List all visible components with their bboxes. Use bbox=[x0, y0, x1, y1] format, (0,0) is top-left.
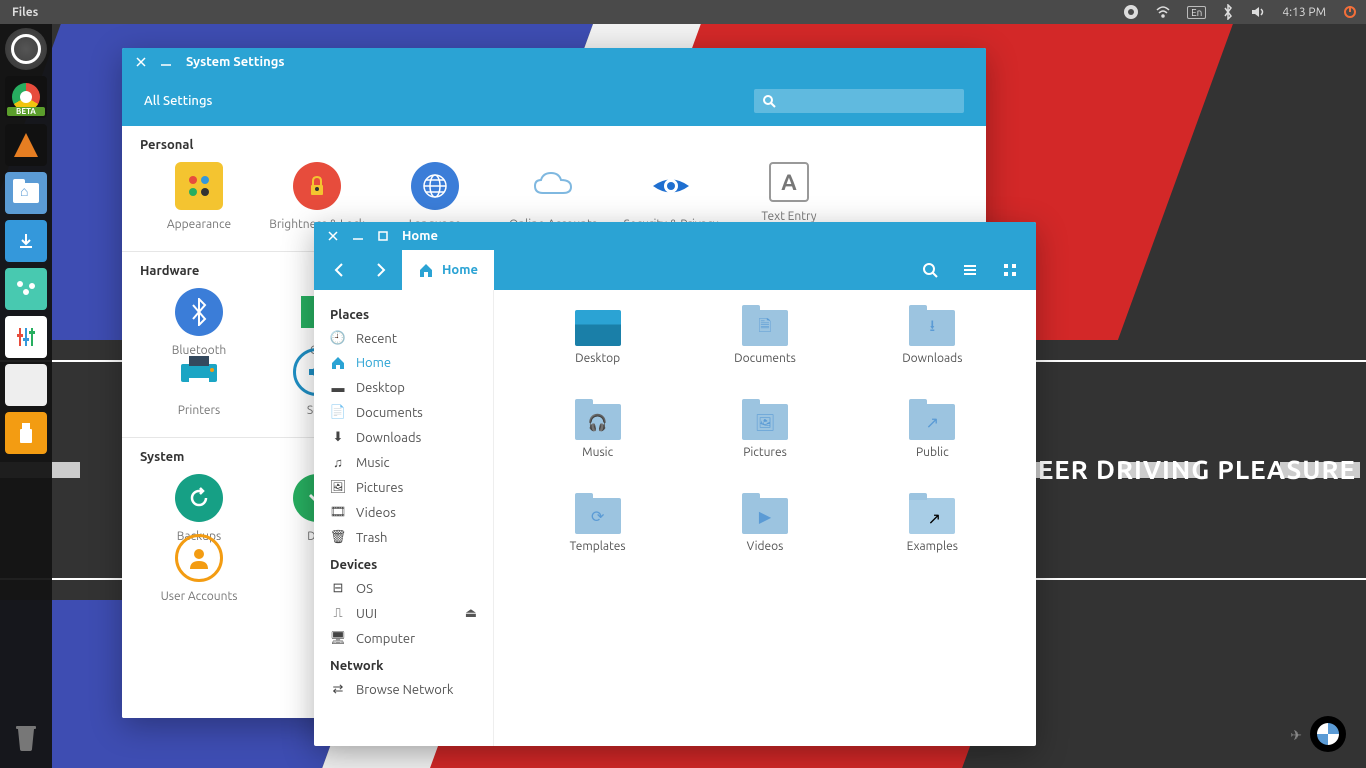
folder-documents[interactable]: 🗎Documents bbox=[681, 310, 848, 386]
search-icon bbox=[762, 94, 776, 108]
minimize-button[interactable] bbox=[352, 231, 364, 241]
sound-indicator-icon[interactable] bbox=[1242, 4, 1274, 20]
home-icon bbox=[330, 356, 346, 370]
power-indicator-icon[interactable] bbox=[1334, 4, 1366, 20]
trash-icon: 🗑 bbox=[330, 530, 346, 545]
path-segment-home[interactable]: Home bbox=[402, 250, 494, 290]
language-indicator[interactable]: En bbox=[1179, 6, 1214, 19]
settings-titlebar[interactable]: System Settings bbox=[122, 48, 986, 76]
disk-icon: ⊟ bbox=[330, 581, 346, 596]
clock-indicator[interactable]: 4:13 PM bbox=[1274, 6, 1334, 19]
folder-desktop[interactable]: Desktop bbox=[514, 310, 681, 386]
view-list-button[interactable] bbox=[952, 250, 988, 290]
sidebar-item-videos[interactable]: 🎞Videos bbox=[314, 500, 493, 525]
folder-public[interactable]: ↗Public bbox=[849, 404, 1016, 480]
maximize-button[interactable] bbox=[378, 231, 388, 241]
sidebar-item-browse-network[interactable]: ⇄Browse Network bbox=[314, 677, 493, 702]
launcher-chrome-beta[interactable]: BETA bbox=[5, 76, 47, 118]
wallpaper-tagline: EER DRIVING PLEASURE bbox=[1038, 455, 1356, 484]
sidebar-item-uui[interactable]: ⎍UUI⏏ bbox=[314, 601, 493, 626]
music-icon: ♫ bbox=[330, 455, 346, 470]
picture-icon: 🖼 bbox=[330, 480, 346, 495]
usb-icon: ⎍ bbox=[330, 606, 346, 621]
computer-icon: 🖥 bbox=[330, 631, 346, 646]
folder-music[interactable]: 🎧Music bbox=[514, 404, 681, 480]
view-grid-button[interactable] bbox=[992, 250, 1028, 290]
folder-pictures[interactable]: 🖼Pictures bbox=[681, 404, 848, 480]
launcher-download-manager[interactable] bbox=[5, 220, 47, 262]
chrome-indicator-icon[interactable] bbox=[1115, 4, 1147, 20]
launcher-trash[interactable] bbox=[5, 716, 47, 758]
sidebar-item-desktop[interactable]: ▬Desktop bbox=[314, 375, 493, 400]
files-title: Home bbox=[402, 229, 438, 243]
sidebar-item-pictures[interactable]: 🖼Pictures bbox=[314, 475, 493, 500]
files-toolbar: Home bbox=[314, 250, 1036, 290]
settings-language[interactable]: Language bbox=[376, 162, 494, 231]
personal-header: Personal bbox=[140, 138, 968, 152]
folder-downloads[interactable]: ⭳Downloads bbox=[849, 310, 1016, 386]
settings-printers[interactable]: Printers bbox=[140, 348, 258, 417]
settings-headerbar: All Settings bbox=[122, 76, 986, 126]
desktop-icon: ▬ bbox=[330, 380, 346, 395]
sidebar-item-computer[interactable]: 🖥Computer bbox=[314, 626, 493, 651]
launcher-sound-settings[interactable] bbox=[5, 268, 47, 310]
bluetooth-indicator-icon[interactable] bbox=[1214, 4, 1242, 20]
settings-search-input[interactable] bbox=[754, 89, 964, 113]
launcher-equalizer[interactable] bbox=[5, 316, 47, 358]
folder-videos[interactable]: ▶Videos bbox=[681, 498, 848, 574]
unity-launcher: BETA bbox=[0, 24, 52, 768]
nav-forward-button[interactable] bbox=[362, 250, 398, 290]
minimize-button[interactable] bbox=[160, 57, 172, 67]
download-icon: ⬇ bbox=[330, 430, 346, 445]
settings-appearance[interactable]: Appearance bbox=[140, 162, 258, 231]
folder-templates[interactable]: ⟳Templates bbox=[514, 498, 681, 574]
launcher-usb[interactable] bbox=[5, 412, 47, 454]
places-header: Places bbox=[314, 300, 493, 326]
settings-online-accounts[interactable]: Online Accounts bbox=[494, 162, 612, 231]
settings-user-accounts[interactable]: User Accounts bbox=[140, 534, 258, 603]
sidebar-item-documents[interactable]: 📄Documents bbox=[314, 400, 493, 425]
home-icon bbox=[418, 262, 434, 278]
settings-security-privacy[interactable]: Security & Privacy bbox=[612, 162, 730, 231]
top-panel: Files En 4:13 PM bbox=[0, 0, 1366, 24]
files-titlebar[interactable]: Home bbox=[314, 222, 1036, 250]
active-app-title[interactable]: Files bbox=[0, 6, 50, 19]
document-icon: 📄 bbox=[330, 405, 346, 420]
folder-examples[interactable]: ↗Examples bbox=[849, 498, 1016, 574]
network-icon: ⇄ bbox=[330, 682, 346, 697]
settings-brightness-lock[interactable]: Brightness & Lock bbox=[258, 162, 376, 231]
sidebar-item-os[interactable]: ⊟OS bbox=[314, 576, 493, 601]
close-button[interactable] bbox=[136, 57, 146, 67]
settings-text-entry[interactable]: A Text Entry bbox=[730, 162, 848, 231]
launcher-dash[interactable] bbox=[5, 28, 47, 70]
sidebar-item-home[interactable]: Home bbox=[314, 351, 493, 375]
all-settings-button[interactable]: All Settings bbox=[144, 94, 212, 108]
files-window: Home Home Places 🕘Recent Home ▬Desktop 📄… bbox=[314, 222, 1036, 746]
launcher-text-editor[interactable] bbox=[5, 364, 47, 406]
folder-grid: Desktop 🗎Documents ⭳Downloads 🎧Music 🖼Pi… bbox=[494, 290, 1036, 746]
sidebar-item-trash[interactable]: 🗑Trash bbox=[314, 525, 493, 550]
bmw-badge-icon bbox=[1310, 716, 1346, 752]
launcher-vlc[interactable] bbox=[5, 124, 47, 166]
wifi-indicator-icon[interactable] bbox=[1147, 4, 1179, 20]
files-sidebar: Places 🕘Recent Home ▬Desktop 📄Documents … bbox=[314, 290, 494, 746]
close-button[interactable] bbox=[328, 231, 338, 241]
files-search-button[interactable] bbox=[912, 250, 948, 290]
eject-icon[interactable]: ⏏ bbox=[465, 606, 477, 621]
sidebar-item-recent[interactable]: 🕘Recent bbox=[314, 326, 493, 351]
devices-header: Devices bbox=[314, 550, 493, 576]
sidebar-item-downloads[interactable]: ⬇Downloads bbox=[314, 425, 493, 450]
video-icon: 🎞 bbox=[330, 505, 346, 520]
clock-icon: 🕘 bbox=[330, 331, 346, 346]
network-header: Network bbox=[314, 651, 493, 677]
settings-title: System Settings bbox=[186, 55, 285, 69]
network-disabled-icon: ✈ bbox=[1290, 727, 1302, 744]
launcher-files[interactable] bbox=[5, 172, 47, 214]
sidebar-item-music[interactable]: ♫Music bbox=[314, 450, 493, 475]
nav-back-button[interactable] bbox=[322, 250, 358, 290]
